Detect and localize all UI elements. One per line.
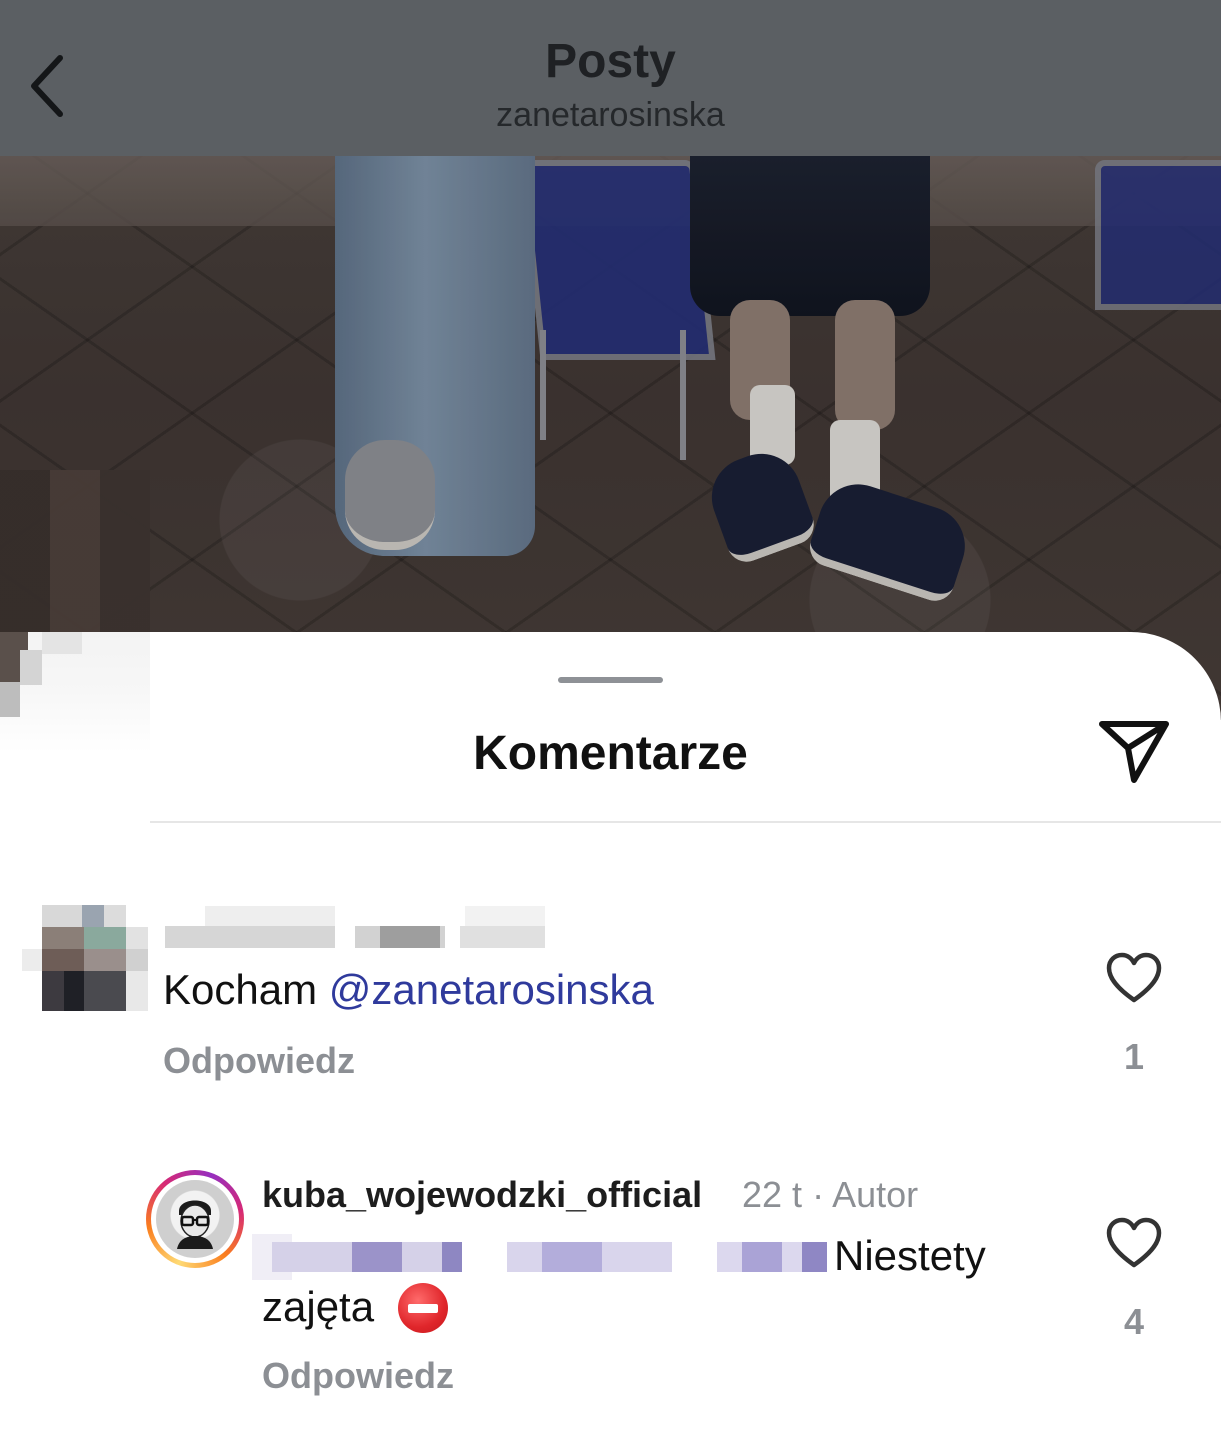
comment-text: Kocham @zanetarosinska bbox=[163, 966, 654, 1014]
no-entry-emoji bbox=[398, 1283, 448, 1333]
pixel-block bbox=[460, 926, 545, 948]
like-button[interactable] bbox=[1104, 950, 1164, 1006]
reply-button[interactable]: Odpowiedz bbox=[262, 1355, 454, 1397]
pixel-block bbox=[42, 905, 82, 927]
pixel-block bbox=[0, 682, 20, 717]
pixel-block bbox=[126, 971, 148, 1011]
pixel-block bbox=[380, 926, 440, 948]
pixel-block bbox=[42, 971, 64, 1011]
pixel-block bbox=[542, 1242, 602, 1272]
reply-button[interactable]: Odpowiedz bbox=[163, 1040, 355, 1082]
pixel-block bbox=[42, 927, 84, 949]
top-bar: Posty zanetarosinska bbox=[0, 0, 1221, 156]
instagram-comments-screen: Posty zanetarosinska Komentarze Kocham @… bbox=[0, 0, 1221, 1440]
pixel-block bbox=[22, 949, 42, 971]
pixel-block bbox=[42, 632, 82, 654]
comment-text-line1: Niestety bbox=[834, 1232, 986, 1279]
page-title: Posty bbox=[545, 35, 676, 88]
pixel-block bbox=[205, 906, 335, 926]
mentions-blurred[interactable] bbox=[252, 1234, 830, 1280]
pixel-block bbox=[742, 1242, 782, 1272]
pixel-block bbox=[442, 1242, 462, 1272]
comment-body: Kocham bbox=[163, 966, 329, 1013]
heart-outline-icon bbox=[1106, 952, 1162, 1003]
comment-time: 22 t bbox=[742, 1174, 803, 1215]
pixel-block bbox=[165, 926, 335, 948]
sheet-grab-handle[interactable] bbox=[558, 677, 663, 683]
pixel-block bbox=[64, 971, 84, 1011]
meta-separator: · bbox=[812, 1174, 825, 1215]
comment-text-line2: zajęta bbox=[262, 1283, 375, 1330]
like-count[interactable]: 4 bbox=[1104, 1301, 1164, 1343]
author-badge: Autor bbox=[832, 1174, 919, 1215]
username-blurred[interactable] bbox=[165, 906, 550, 948]
share-button[interactable] bbox=[1096, 716, 1172, 786]
pixel-block bbox=[465, 906, 545, 926]
comment-meta: 22 t · Autor bbox=[742, 1174, 918, 1216]
avatar-face-icon bbox=[177, 1200, 213, 1249]
pixel-block bbox=[126, 949, 148, 971]
mention-link[interactable]: @zanetarosinska bbox=[329, 966, 654, 1013]
avatar[interactable] bbox=[22, 905, 150, 1015]
sheet-title: Komentarze bbox=[473, 727, 748, 780]
heart-outline-icon bbox=[1106, 1217, 1162, 1268]
pixel-block bbox=[20, 650, 42, 685]
author-avatar[interactable] bbox=[146, 1170, 244, 1268]
pixel-block bbox=[84, 927, 126, 949]
comment-username[interactable]: kuba_wojewodzki_official bbox=[262, 1174, 702, 1216]
pixel-block bbox=[84, 971, 126, 1011]
page-subtitle[interactable]: zanetarosinska bbox=[0, 96, 1221, 135]
pixel-block bbox=[82, 905, 104, 927]
like-count[interactable]: 1 bbox=[1104, 1036, 1164, 1078]
pixel-block bbox=[352, 1242, 402, 1272]
pixel-block bbox=[126, 927, 148, 949]
sheet-divider bbox=[150, 821, 1221, 823]
pixel-block bbox=[104, 905, 126, 927]
send-icon bbox=[1099, 721, 1169, 783]
like-button[interactable] bbox=[1104, 1215, 1164, 1271]
pixel-block bbox=[802, 1242, 827, 1272]
pixel-block bbox=[84, 949, 126, 971]
pixel-block bbox=[42, 949, 84, 971]
